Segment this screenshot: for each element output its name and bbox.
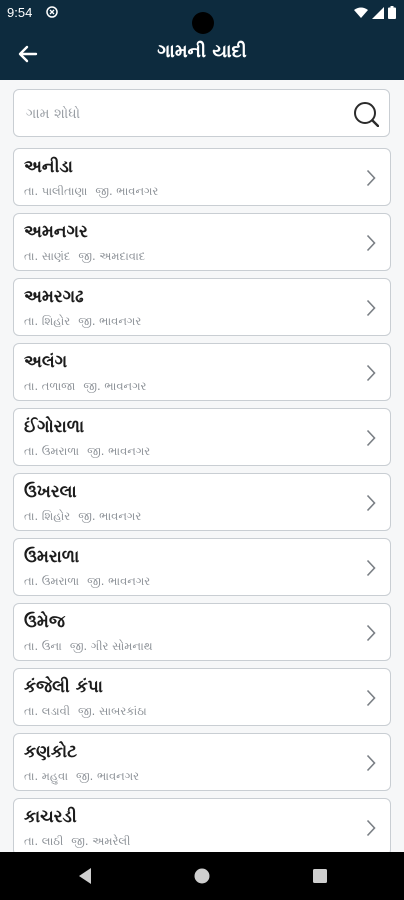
signal-icon bbox=[372, 6, 384, 19]
village-item[interactable]: કંજેલી કંપા તા. લડાવી જી. સાબરકાંઠા bbox=[13, 668, 391, 726]
status-icons bbox=[354, 6, 396, 19]
search-input[interactable] bbox=[26, 102, 346, 126]
status-time: 9:54 bbox=[7, 5, 33, 20]
village-list: અનીડા તા. પાલીતાણા જી. ભાવનગર અમનગર તા. સ… bbox=[13, 148, 391, 863]
village-district: જી. ગીર સોમનાથ bbox=[69, 639, 153, 653]
village-district: જી. અમદાવાદ bbox=[78, 249, 146, 263]
village-taluka: તા. શિહોર bbox=[24, 509, 71, 523]
village-item[interactable]: અલંગ તા. તળાજા જી. ભાવનગર bbox=[13, 343, 391, 401]
village-taluka: તા. ઉમરાળા bbox=[24, 574, 80, 588]
chevron-right-icon bbox=[366, 819, 376, 837]
village-name: અમરગઢ bbox=[24, 287, 84, 307]
village-taluka: તા. ઉમરાળા bbox=[24, 444, 80, 458]
village-item[interactable]: ઉમેજ તા. ઉના જી. ગીર સોમનાથ bbox=[13, 603, 391, 661]
village-item[interactable]: ઉખરલા તા. શિહોર જી. ભાવનગર bbox=[13, 473, 391, 531]
chevron-right-icon bbox=[366, 559, 376, 577]
village-district: જી. ભાવનગર bbox=[78, 314, 142, 328]
village-location: તા. પાલીતાણા જી. ભાવનગર bbox=[24, 184, 158, 199]
village-location: તા. લડાવી જી. સાબરકાંઠા bbox=[24, 704, 147, 719]
village-district: જી. ભાવનગર bbox=[83, 379, 147, 393]
chevron-right-icon bbox=[366, 494, 376, 512]
circle-home-icon[interactable] bbox=[192, 866, 212, 886]
battery-icon bbox=[388, 6, 396, 19]
village-item[interactable]: ઈંગોરાળા તા. ઉમરાળા જી. ભાવનગર bbox=[13, 408, 391, 466]
chevron-right-icon bbox=[366, 169, 376, 187]
village-location: તા. શિહોર જી. ભાવનગર bbox=[24, 314, 141, 329]
village-district: જી. ભાવનગર bbox=[87, 574, 151, 588]
village-item[interactable]: ઉમરાળા તા. ઉમરાળા જી. ભાવનગર bbox=[13, 538, 391, 596]
triangle-back-icon[interactable] bbox=[76, 866, 96, 886]
chevron-right-icon bbox=[366, 624, 376, 642]
wifi-icon bbox=[354, 7, 368, 18]
chevron-right-icon bbox=[366, 429, 376, 447]
village-name: કણકોટ bbox=[24, 742, 77, 762]
village-taluka: તા. લડાવી bbox=[24, 704, 71, 718]
village-name: અનીડા bbox=[24, 157, 73, 177]
village-name: ઉમેજ bbox=[24, 612, 65, 632]
village-taluka: તા. પાલીતાણા bbox=[24, 184, 88, 198]
village-taluka: તા. સાણંદ bbox=[24, 249, 71, 263]
village-location: તા. ઉમરાળા જી. ભાવનગર bbox=[24, 574, 150, 589]
village-district: જી. ભાવનગર bbox=[78, 509, 142, 523]
village-location: તા. લાઠી જી. અમરેલી bbox=[24, 834, 130, 849]
village-district: જી. ભાવનગર bbox=[87, 444, 151, 458]
village-item[interactable]: કણકોટ તા. મહુવા જી. ભાવનગર bbox=[13, 733, 391, 791]
village-name: અમનગર bbox=[24, 222, 88, 242]
village-item[interactable]: અનીડા તા. પાલીતાણા જી. ભાવનગર bbox=[13, 148, 391, 206]
village-taluka: તા. મહુવા bbox=[24, 769, 69, 783]
village-location: તા. સાણંદ જી. અમદાવાદ bbox=[24, 249, 145, 264]
village-name: કંજેલી કંપા bbox=[24, 677, 103, 697]
chevron-right-icon bbox=[366, 754, 376, 772]
village-location: તા. શિહોર જી. ભાવનગર bbox=[24, 509, 141, 524]
village-district: જી. ભાવનગર bbox=[76, 769, 140, 783]
village-name: ઈંગોરાળા bbox=[24, 417, 85, 437]
camera-cutout bbox=[192, 12, 214, 34]
village-taluka: તા. તળાજા bbox=[24, 379, 76, 393]
village-item[interactable]: અમનગર તા. સાણંદ જી. અમદાવાદ bbox=[13, 213, 391, 271]
square-recents-icon[interactable] bbox=[310, 866, 330, 886]
village-name: ઉમરાળા bbox=[24, 547, 80, 567]
system-nav-bar bbox=[0, 852, 404, 900]
chevron-right-icon bbox=[366, 364, 376, 382]
village-location: તા. ઉના જી. ગીર સોમનાથ bbox=[24, 639, 153, 654]
village-taluka: તા. શિહોર bbox=[24, 314, 71, 328]
page-title: ગામની યાદી bbox=[157, 41, 247, 62]
village-taluka: તા. લાઠી bbox=[24, 834, 64, 848]
chevron-right-icon bbox=[366, 689, 376, 707]
search-bar bbox=[13, 89, 390, 137]
village-location: તા. ઉમરાળા જી. ભાવનગર bbox=[24, 444, 150, 459]
village-district: જી. સાબરકાંઠા bbox=[78, 704, 147, 718]
village-location: તા. તળાજા જી. ભાવનગર bbox=[24, 379, 146, 394]
village-district: જી. ભાવનગર bbox=[95, 184, 159, 198]
chevron-right-icon bbox=[366, 299, 376, 317]
chevron-right-icon bbox=[366, 234, 376, 252]
app-bar: ગામની યાદી bbox=[0, 28, 404, 80]
village-name: ઉખરલા bbox=[24, 482, 77, 502]
village-name: કાચરડી bbox=[24, 807, 77, 827]
village-location: તા. મહુવા જી. ભાવનગર bbox=[24, 769, 139, 784]
search-icon[interactable] bbox=[353, 101, 379, 127]
village-name: અલંગ bbox=[24, 352, 68, 372]
village-district: જી. અમરેલી bbox=[71, 834, 131, 848]
village-item[interactable]: અમરગઢ તા. શિહોર જી. ભાવનગર bbox=[13, 278, 391, 336]
notification-icon bbox=[46, 6, 58, 18]
village-item[interactable]: કાચરડી તા. લાઠી જી. અમરેલી bbox=[13, 798, 391, 856]
village-taluka: તા. ઉના bbox=[24, 639, 62, 653]
